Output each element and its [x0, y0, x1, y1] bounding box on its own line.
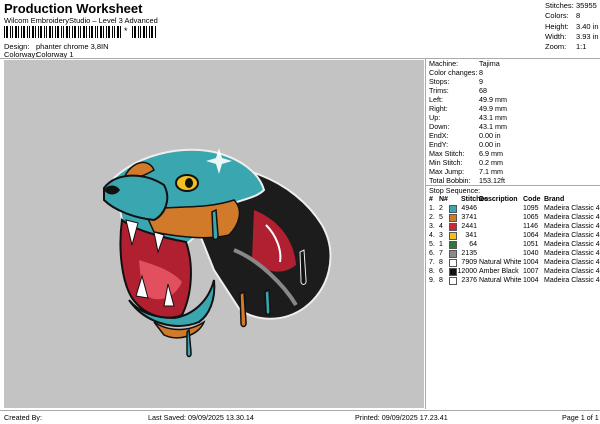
- stop-cell: Madeira Classic 40: [544, 205, 600, 212]
- barcode: [4, 26, 156, 38]
- barcode-text: *: [124, 26, 128, 36]
- stop-cell: 9.: [429, 277, 435, 284]
- info-trims: Trims: 68: [429, 86, 487, 95]
- stop-cell: 64: [469, 241, 477, 248]
- stop-cell: 8.: [429, 268, 435, 275]
- stat-colors: Colors: 8: [545, 11, 581, 21]
- thread-color-swatch: [449, 214, 457, 222]
- stop-cell: 4: [439, 223, 443, 230]
- stop-cell: 7909: [461, 259, 477, 266]
- stop-cell: 2.: [429, 214, 435, 221]
- stop-cell: 1: [439, 241, 443, 248]
- info-min-stitch: Min Stitch: 0.2 mm: [429, 158, 503, 167]
- stop-cell: Natural White: [479, 259, 522, 266]
- panther-embroidery-image: [103, 148, 332, 358]
- info-machine: Machine: Tajima: [429, 59, 500, 68]
- stop-sequence-title: Stop Sequence:: [429, 186, 481, 195]
- stop-cell: 8: [439, 259, 443, 266]
- stop-cell: 1064: [523, 232, 539, 239]
- stop-cell: 2376: [461, 277, 477, 284]
- stop-cell: Madeira Classic 40: [544, 250, 600, 257]
- stop-cell: 4946: [461, 205, 477, 212]
- stop-cell: 1040: [523, 250, 539, 257]
- stop-cell: 1051: [523, 241, 539, 248]
- last-saved: Last Saved: 09/09/2025 13.30.14: [148, 413, 254, 422]
- software-subtitle: Wilcom EmbroideryStudio – Level 3 Advanc…: [4, 16, 158, 25]
- stop-cell: 7.: [429, 259, 435, 266]
- info-total-bobbin: Total Bobbin: 153.12ft: [429, 176, 505, 185]
- design-stats: Stitches: 35955 Colors: 8 Height: 3.40 in W…: [545, 1, 600, 52]
- thread-color-swatch: [449, 223, 457, 231]
- info-stops: Stops: 9: [429, 77, 483, 86]
- stop-cell: Madeira Classic 40: [544, 277, 600, 284]
- stop-cell: 2135: [461, 250, 477, 257]
- info-right: Right: 49.9 mm: [429, 104, 507, 113]
- info-left: Left: 49.9 mm: [429, 95, 507, 104]
- stop-cell: 1004: [523, 259, 539, 266]
- info-down: Down: 43.1 mm: [429, 122, 507, 131]
- stop-cell: 3: [439, 232, 443, 239]
- thread-color-swatch: [449, 205, 457, 213]
- stat-zoom: Zoom: 1:1: [545, 42, 587, 52]
- stop-cell: Madeira Classic 40: [544, 223, 600, 230]
- stop-cell: Madeira Classic 40: [544, 268, 600, 275]
- thread-color-swatch: [449, 241, 457, 249]
- stop-cell: Madeira Classic 40: [544, 259, 600, 266]
- stop-cell: Madeira Classic 40: [544, 232, 600, 239]
- info-color-changes: Color changes: 8: [429, 68, 483, 77]
- thread-color-swatch: [449, 250, 457, 258]
- stop-cell: 6.: [429, 250, 435, 257]
- stop-cell: 1095: [523, 205, 539, 212]
- stop-cell: Madeira Classic 40: [544, 214, 600, 221]
- thread-color-swatch: [449, 277, 457, 285]
- stop-cell: Natural White: [479, 277, 522, 284]
- stop-cell: 12000: [457, 268, 477, 275]
- created-by: Created By:: [4, 413, 42, 422]
- stop-cell: 5: [439, 214, 443, 221]
- stop-cell: 1007: [523, 268, 539, 275]
- stop-cell: 2441: [461, 223, 477, 230]
- printed-date: Printed: 09/09/2025 17.23.41: [355, 413, 448, 422]
- stop-cell: 1065: [523, 214, 539, 221]
- stop-cell: 2: [439, 205, 443, 212]
- stop-cell: 5.: [429, 241, 435, 248]
- info-panel: Machine: Tajima Color changes: 8 Stops: 9 T…: [425, 59, 600, 409]
- stop-cell: 8: [439, 277, 443, 284]
- stat-height: Height: 3.40 in: [545, 21, 599, 31]
- info-max-jump: Max Jump: 7.1 mm: [429, 167, 503, 176]
- page-number: Page 1 of 1: [562, 413, 599, 422]
- stat-width: Width: 3.93 in: [545, 31, 599, 41]
- stop-cell: 4.: [429, 232, 435, 239]
- stop-cell: 7: [439, 250, 443, 257]
- stop-cell: 3741: [461, 214, 477, 221]
- thread-color-swatch: [449, 259, 457, 267]
- info-endy: EndY: 0.00 in: [429, 140, 501, 149]
- page-title: Production Worksheet: [4, 1, 143, 16]
- stop-cell: 341: [465, 232, 477, 239]
- design-preview: [4, 60, 424, 408]
- thread-color-swatch: [449, 232, 457, 240]
- stop-cell: 1146: [523, 223, 539, 230]
- divider: [0, 410, 600, 411]
- stop-cell: Amber Black: [479, 268, 519, 275]
- stop-cell: 1.: [429, 205, 435, 212]
- info-endx: EndX: 0.00 in: [429, 131, 501, 140]
- stat-stitches: Stitches: 35955: [545, 1, 597, 10]
- stop-cell: 6: [439, 268, 443, 275]
- stop-cell: 3.: [429, 223, 435, 230]
- info-up: Up: 43.1 mm: [429, 113, 507, 122]
- stop-cell: Madeira Classic 40: [544, 241, 600, 248]
- stop-cell: 1004: [523, 277, 539, 284]
- info-max-stitch: Max Stitch: 6.9 mm: [429, 149, 503, 158]
- thread-color-swatch: [449, 268, 457, 276]
